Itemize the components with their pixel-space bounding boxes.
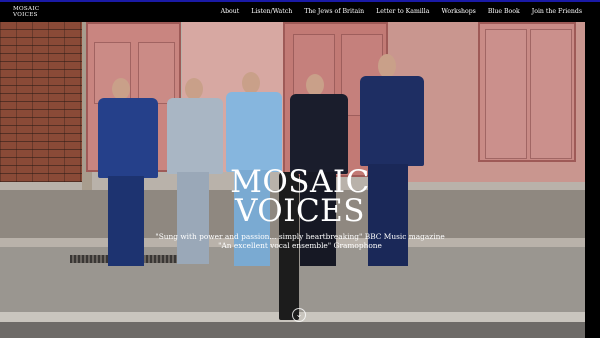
nav-item-jews-of-britain[interactable]: The Jews of Britain bbox=[304, 8, 364, 15]
brick-wall bbox=[0, 22, 82, 182]
singer-head bbox=[185, 78, 203, 100]
road bbox=[0, 322, 585, 338]
singer-suit bbox=[226, 92, 282, 172]
singer-head bbox=[306, 74, 324, 96]
shutter-panel bbox=[530, 29, 572, 159]
review-quote-1: "Sung with power and passion... simply h… bbox=[155, 232, 445, 241]
nav-item-listen-watch[interactable]: Listen/Watch bbox=[251, 8, 292, 15]
singer-suit bbox=[290, 94, 348, 174]
nav-item-letter-to-kamilla[interactable]: Letter to Kamilla bbox=[376, 8, 429, 15]
shutter-panel bbox=[485, 29, 527, 159]
singer-suit bbox=[98, 98, 158, 178]
review-quote-2: "An excellent vocal ensemble" Gramophone bbox=[218, 241, 382, 250]
right-shutter bbox=[478, 22, 576, 162]
nav-menu: About Listen/Watch The Jews of Britain L… bbox=[209, 8, 582, 15]
singer-suit bbox=[167, 98, 223, 174]
nav-item-join-friends[interactable]: Join the Friends bbox=[532, 8, 582, 15]
singer-suit bbox=[360, 76, 424, 166]
nav-item-workshops[interactable]: Workshops bbox=[441, 8, 475, 15]
singer-head bbox=[112, 78, 130, 100]
page: MOSAIC VOICES About Listen/Watch The Jew… bbox=[0, 0, 600, 338]
nav-item-about[interactable]: About bbox=[221, 8, 240, 15]
top-navigation: MOSAIC VOICES About Listen/Watch The Jew… bbox=[0, 2, 600, 22]
hero-title-line-2: VOICES bbox=[234, 193, 366, 229]
chevron-down-icon[interactable]: ⌄ bbox=[292, 308, 306, 322]
singer-head bbox=[378, 54, 396, 78]
site-logo[interactable]: MOSAIC VOICES bbox=[13, 6, 39, 18]
hero-title: MOSAIC VOICES bbox=[0, 167, 600, 229]
singer-head bbox=[242, 72, 260, 94]
nav-item-blue-book[interactable]: Blue Book bbox=[488, 8, 520, 15]
logo-line-2: VOICES bbox=[13, 11, 38, 18]
